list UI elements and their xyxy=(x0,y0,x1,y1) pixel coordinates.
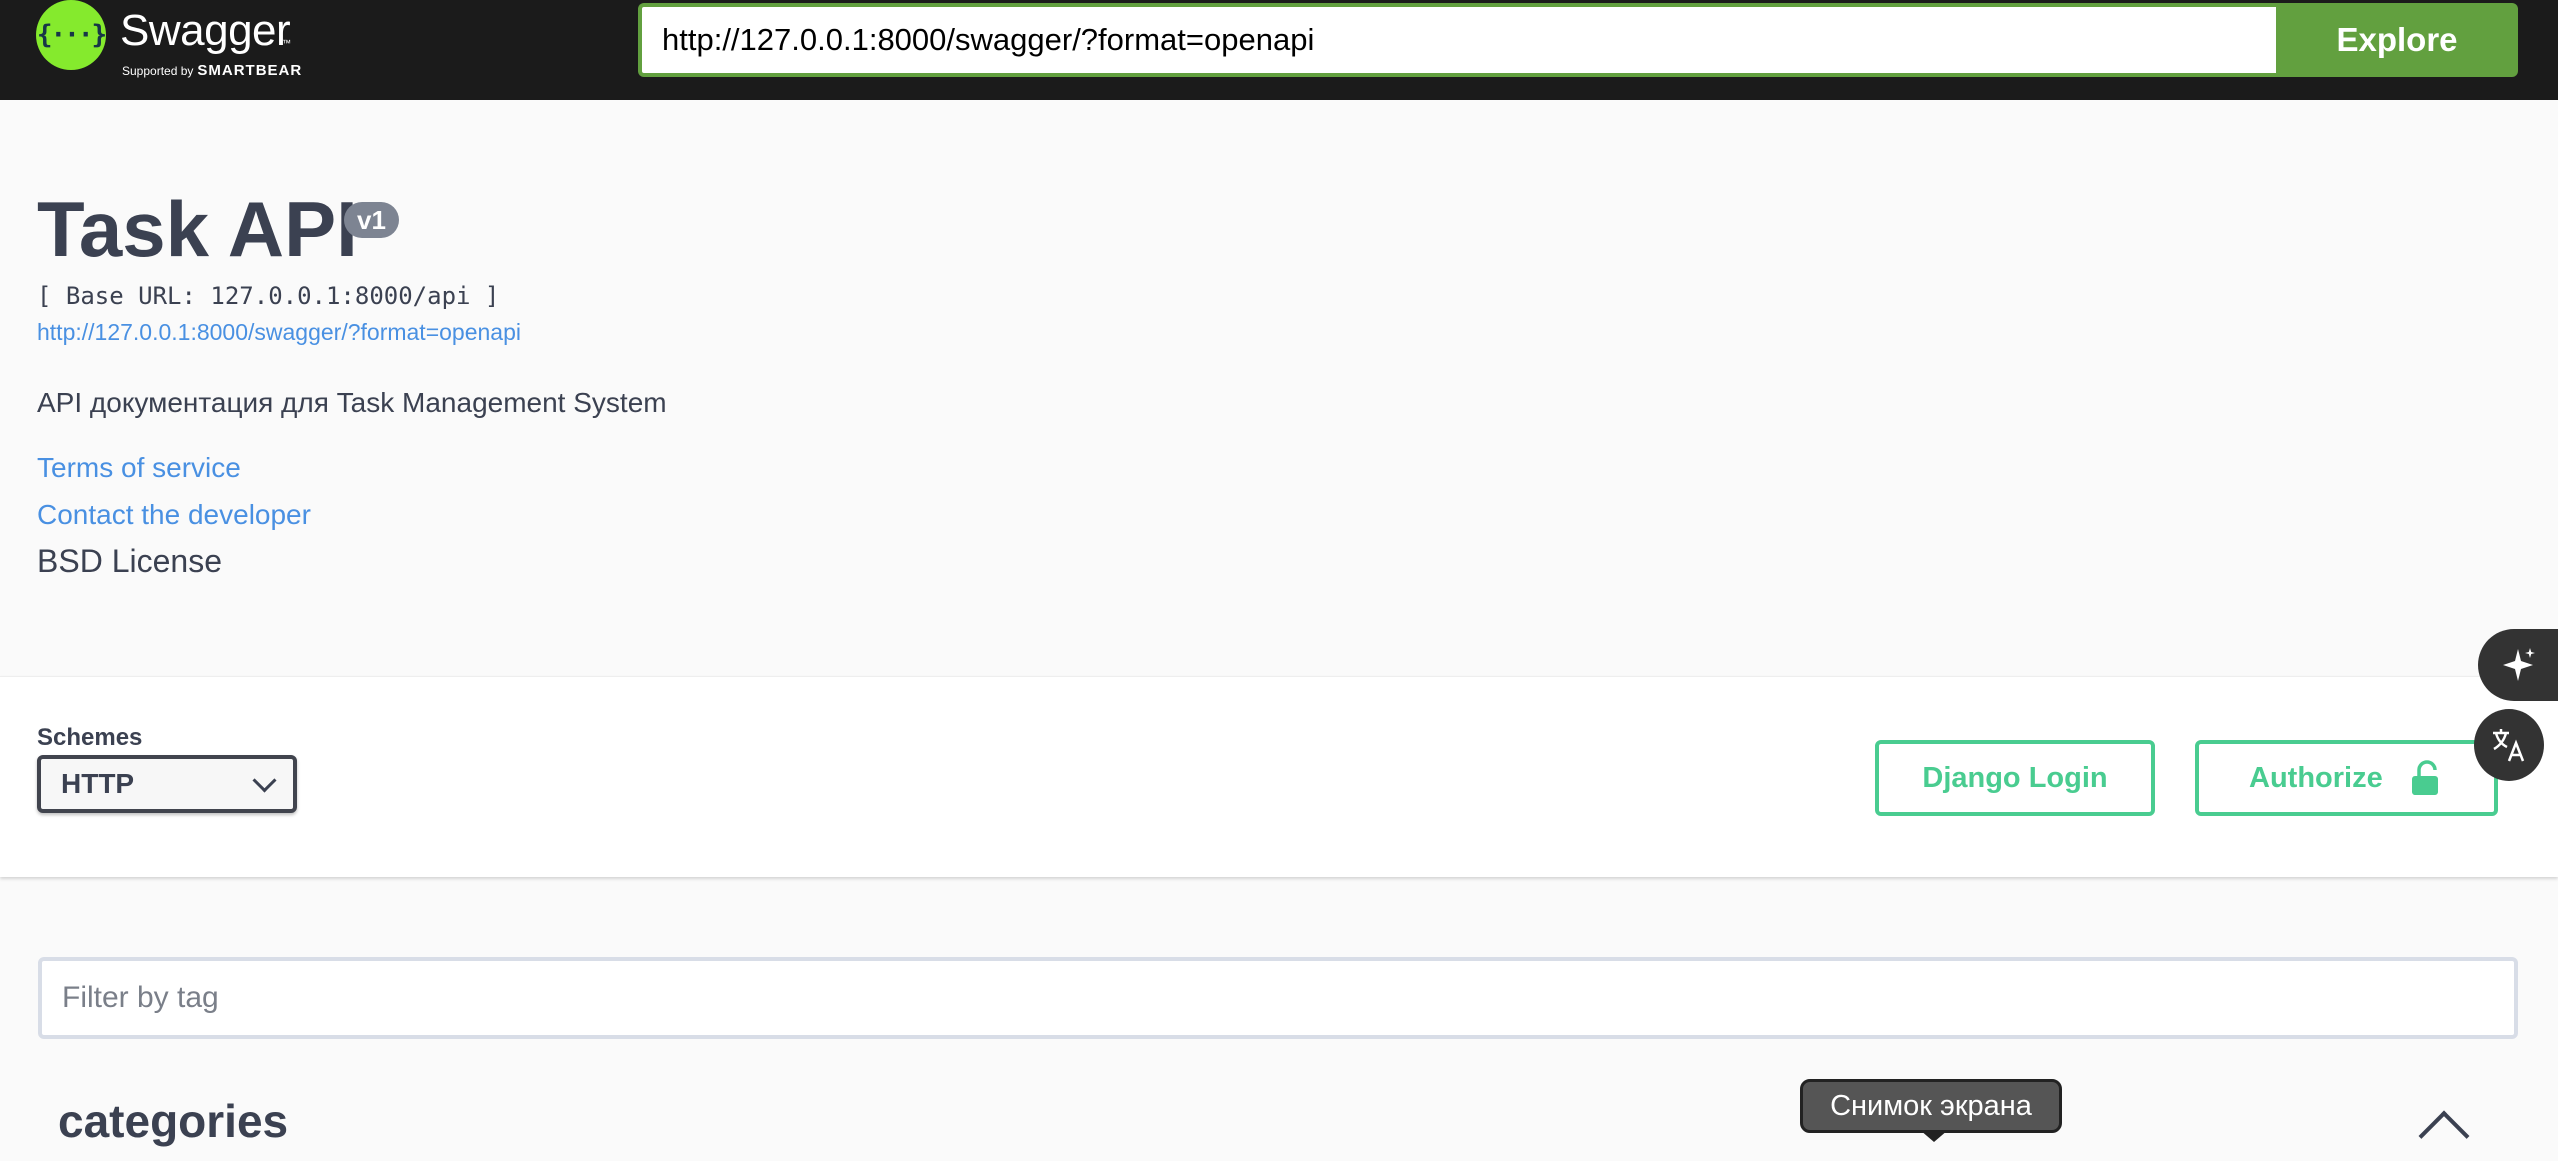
terms-of-service-link[interactable]: Terms of service xyxy=(37,452,241,484)
spec-url-input[interactable] xyxy=(638,3,2278,77)
api-description: API документация для Task Management Sys… xyxy=(37,387,667,418)
schemes-label: Schemes xyxy=(37,724,143,751)
filter-by-tag-input[interactable] xyxy=(38,957,2518,1039)
brand-title: Swagger xyxy=(120,6,291,55)
spec-url-link[interactable]: http://127.0.0.1:8000/swagger/?format=op… xyxy=(37,319,521,346)
smartbear-text: SMARTBEAR xyxy=(197,62,303,79)
ai-assistant-button[interactable] xyxy=(2478,629,2558,701)
supported-by-text: Supported by xyxy=(122,64,194,78)
license-label: BSD License xyxy=(37,543,222,579)
chevron-down-icon xyxy=(252,767,277,793)
top-bar: {···} Swagger ™ Supported bySMARTBEAR Ex… xyxy=(0,0,2558,100)
authorize-label: Authorize xyxy=(2249,761,2383,794)
swagger-logo-icon: {···} xyxy=(36,0,107,70)
schemes-selected-value: HTTP xyxy=(61,768,135,799)
schemes-select[interactable]: HTTP xyxy=(37,755,297,813)
translate-icon xyxy=(2493,729,2525,762)
unlock-icon xyxy=(2412,760,2438,795)
schemes-container xyxy=(0,676,2558,877)
explore-button[interactable]: Explore xyxy=(2276,3,2518,77)
translate-button[interactable] xyxy=(2474,709,2544,781)
swagger-logo[interactable]: {···} Swagger ™ Supported by SMARTBEAR xyxy=(36,0,356,100)
brand-trademark: ™ xyxy=(282,38,291,48)
contact-developer-link[interactable]: Contact the developer xyxy=(37,499,311,531)
brand-supported-by: Supported by SMARTBEAR xyxy=(122,62,302,79)
django-login-button[interactable]: Django Login xyxy=(1875,740,2155,816)
tooltip-arrow xyxy=(1920,1130,1948,1142)
base-url: [ Base URL: 127.0.0.1:8000/api ] xyxy=(37,282,500,310)
sparkle-icon xyxy=(2503,648,2535,681)
tag-section-title[interactable]: categories xyxy=(58,1098,288,1144)
authorize-button[interactable]: Authorize xyxy=(2195,740,2498,816)
api-title: Task API xyxy=(37,185,358,273)
screenshot-tooltip: Снимок экрана xyxy=(1800,1079,2062,1133)
chevron-up-icon[interactable] xyxy=(2418,1110,2470,1161)
logo-glyph: {···} xyxy=(36,20,107,50)
version-badge: v1 xyxy=(344,202,399,238)
